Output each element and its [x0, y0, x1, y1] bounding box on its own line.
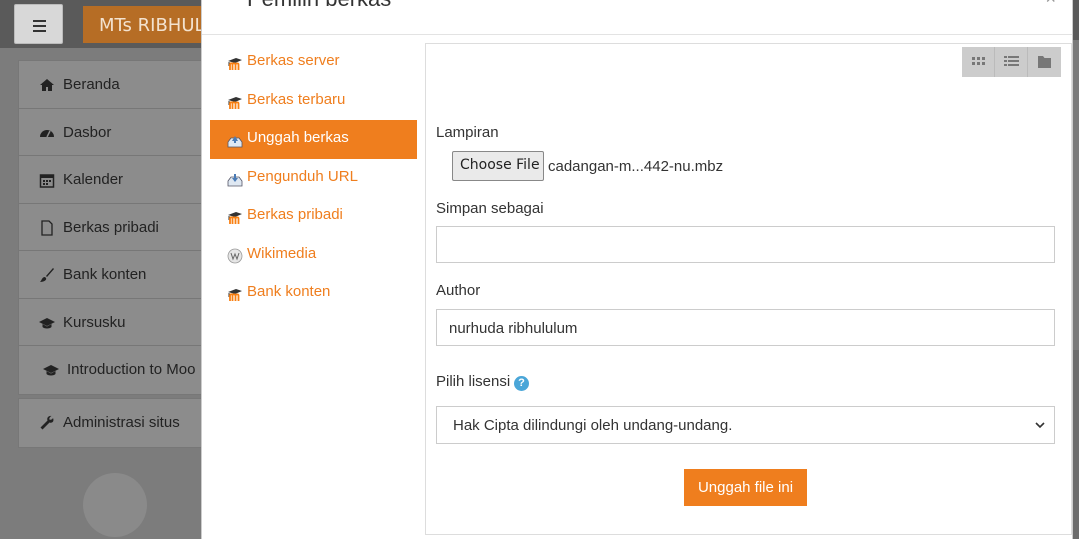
repo-label: Unggah berkas	[247, 129, 349, 146]
dashboard-icon	[40, 129, 54, 137]
brush-icon	[40, 268, 54, 282]
license-label: Pilih lisensi	[436, 373, 511, 390]
repository-list: Berkas server Berkas terbaru Unggah berk…	[210, 43, 417, 313]
folder-icon	[1038, 56, 1051, 68]
menu-toggle-button[interactable]	[14, 4, 63, 44]
grid-icon	[972, 57, 985, 65]
upload-icon	[227, 136, 243, 148]
nav-item-beranda[interactable]: Beranda	[19, 61, 207, 109]
close-icon[interactable]: ×	[1045, 0, 1056, 7]
wrench-icon	[40, 415, 54, 430]
nav-item-kursusku[interactable]: Kursusku	[19, 299, 207, 346]
repo-berkas-pribadi[interactable]: Berkas pribadi	[210, 197, 417, 236]
nav-item-label: Beranda	[63, 76, 120, 93]
chevron-down-icon	[1035, 422, 1045, 429]
nav-item-label: Kursusku	[63, 313, 126, 331]
selected-file-name: cadangan-m...442-nu.mbz	[548, 158, 724, 175]
choose-file-button[interactable]: Choose File	[452, 151, 544, 181]
repo-berkas-terbaru[interactable]: Berkas terbaru	[210, 82, 417, 121]
repo-wikimedia[interactable]: Wikimedia	[210, 236, 417, 275]
list-view-button[interactable]	[995, 47, 1028, 77]
author-label: Author	[436, 282, 481, 299]
tree-view-button[interactable]	[1028, 47, 1061, 77]
license-selected-value: Hak Cipta dilindungi oleh undang-undang.	[453, 417, 733, 434]
home-icon	[40, 79, 54, 91]
repo-label: Berkas pribadi	[247, 206, 343, 223]
moodle-icon	[228, 58, 242, 70]
nav-list: Beranda Dasbor Kalender Berkas pribadi B…	[18, 60, 208, 395]
repo-label: Berkas server	[247, 52, 340, 69]
upload-this-file-button[interactable]: Unggah file ini	[684, 469, 807, 506]
nav-item-label: Introduction to Moo	[67, 361, 196, 378]
repo-label: Bank konten	[247, 283, 331, 300]
moodle-icon	[228, 289, 242, 301]
repo-berkas-server[interactable]: Berkas server	[210, 43, 417, 82]
save-as-label: Simpan sebagai	[436, 200, 544, 217]
file-icon	[41, 219, 53, 236]
nav-item-administrasi-situs[interactable]: Administrasi situs	[19, 399, 207, 447]
graduation-cap-icon	[39, 317, 55, 328]
save-as-input[interactable]	[436, 226, 1055, 263]
nav-item-label: Administrasi situs	[63, 414, 180, 431]
admin-nav: Administrasi situs	[18, 398, 208, 448]
nav-item-bank-konten[interactable]: Bank konten	[19, 251, 207, 299]
repo-pengunduh-url[interactable]: Pengunduh URL	[210, 159, 417, 198]
nav-item-berkas-pribadi[interactable]: Berkas pribadi	[19, 204, 207, 251]
url-download-icon	[227, 173, 243, 186]
list-icon	[1004, 56, 1019, 66]
nav-item-label: Kalender	[63, 171, 124, 188]
dialog-header: Pemilih berkas ×	[202, 0, 1072, 35]
nav-item-dasbor[interactable]: Dasbor	[19, 109, 207, 156]
file-picker-dialog: Pemilih berkas × Berkas server Berkas te…	[201, 0, 1073, 539]
upload-pane: Lampiran Choose File cadangan-m...442-nu…	[425, 43, 1072, 535]
repo-label: Pengunduh URL	[247, 167, 358, 185]
repo-label: Wikimedia	[247, 244, 317, 262]
repo-label: Berkas terbaru	[247, 90, 346, 108]
attachment-label: Lampiran	[436, 124, 499, 141]
moodle-icon	[228, 96, 242, 109]
help-icon[interactable]: ?	[514, 376, 529, 391]
avatar	[83, 473, 147, 537]
moodle-icon	[228, 212, 242, 224]
graduation-cap-icon	[43, 365, 59, 376]
repo-bank-konten[interactable]: Bank konten	[210, 274, 417, 313]
nav-item-label: Bank konten	[63, 266, 147, 283]
nav-item-course[interactable]: Introduction to Moo	[19, 346, 207, 394]
nav-item-label: Berkas pribadi	[63, 218, 159, 236]
license-select[interactable]: Hak Cipta dilindungi oleh undang-undang.	[436, 406, 1055, 444]
view-switcher	[962, 47, 1062, 77]
dialog-title: Pemilih berkas	[247, 0, 391, 11]
icon-view-button[interactable]	[962, 47, 995, 77]
wikimedia-icon	[227, 248, 243, 263]
repo-unggah-berkas[interactable]: Unggah berkas	[210, 120, 417, 159]
nav-item-kalender[interactable]: Kalender	[19, 156, 207, 204]
author-input[interactable]: nurhuda ribhululum	[436, 309, 1055, 346]
nav-item-label: Dasbor	[63, 123, 112, 141]
calendar-icon	[39, 174, 55, 188]
